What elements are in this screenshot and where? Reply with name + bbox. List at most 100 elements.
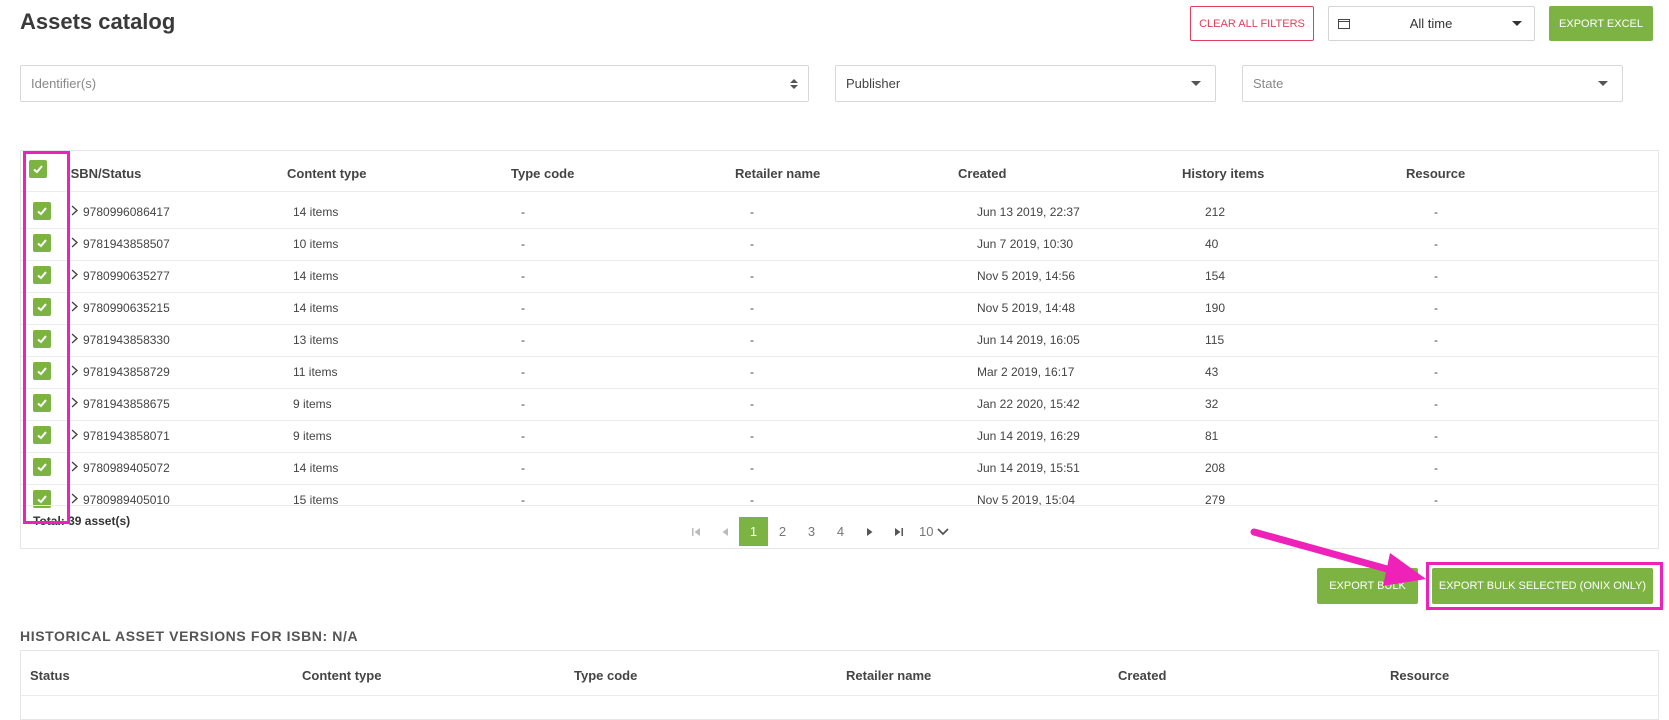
column-header-resource[interactable]: Resource: [1406, 166, 1465, 181]
expand-chevron-icon[interactable]: [70, 205, 79, 216]
cell-isbn: 9780990635277: [83, 269, 170, 283]
page-4[interactable]: 4: [826, 517, 855, 546]
history-column-retailer-name[interactable]: Retailer name: [846, 668, 931, 683]
cell-history-items: 43: [1205, 365, 1219, 379]
chevron-down-icon: [937, 527, 950, 535]
cell-resource: -: [1434, 461, 1438, 475]
row-divider: [20, 324, 1659, 325]
column-header-type-code[interactable]: Type code: [511, 166, 574, 181]
cell-type-code: -: [521, 461, 525, 475]
cell-content-type: 11 items: [293, 365, 338, 379]
history-table: [20, 650, 1659, 720]
clear-all-filters-button[interactable]: CLEAR ALL FILTERS: [1190, 6, 1314, 41]
row-divider: [20, 292, 1659, 293]
state-select[interactable]: State: [1242, 65, 1623, 102]
expand-chevron-icon[interactable]: [70, 269, 79, 280]
history-column-type-code[interactable]: Type code: [574, 668, 637, 683]
cell-history-items: 115: [1205, 333, 1225, 347]
expand-chevron-icon[interactable]: [70, 237, 79, 248]
cell-type-code: -: [521, 205, 525, 219]
first-page-icon[interactable]: [681, 517, 710, 546]
header-divider: [20, 191, 1659, 192]
history-header-divider: [20, 695, 1659, 696]
cell-retailer-name: -: [750, 301, 754, 315]
column-header-isbn[interactable]: ISBN/Status: [67, 166, 141, 181]
button-highlight-annotation: [1426, 562, 1663, 610]
cell-resource: -: [1434, 269, 1438, 283]
last-page-icon[interactable]: [884, 517, 913, 546]
footer-divider: [20, 505, 1659, 506]
cell-retailer-name: -: [750, 333, 754, 347]
cell-history-items: 81: [1205, 429, 1219, 443]
cell-resource: -: [1434, 237, 1438, 251]
spinner-icon[interactable]: [790, 78, 798, 89]
history-column-created[interactable]: Created: [1118, 668, 1166, 683]
column-header-history-items[interactable]: History items: [1182, 166, 1264, 181]
expand-chevron-icon[interactable]: [70, 301, 79, 312]
expand-chevron-icon[interactable]: [70, 461, 79, 472]
cell-content-type: 14 items: [293, 205, 339, 219]
cell-history-items: 154: [1205, 269, 1226, 283]
cell-type-code: -: [521, 365, 525, 379]
cell-created: Nov 5 2019, 14:48: [977, 301, 1076, 315]
cell-retailer-name: -: [750, 237, 754, 251]
column-header-retailer-name[interactable]: Retailer name: [735, 166, 820, 181]
page-size-select[interactable]: 10: [913, 517, 950, 546]
cell-retailer-name: -: [750, 461, 754, 475]
cell-retailer-name: -: [750, 429, 754, 443]
caret-down-icon: [1598, 81, 1608, 86]
row-divider: [20, 228, 1659, 229]
cell-created: Jan 22 2020, 15:42: [977, 397, 1080, 411]
page-title: Assets catalog: [20, 9, 176, 34]
state-placeholder: State: [1253, 76, 1284, 91]
column-header-created[interactable]: Created: [958, 166, 1006, 181]
cell-type-code: -: [521, 333, 525, 347]
cell-isbn: 9780990635215: [83, 301, 170, 315]
identifier-input[interactable]: Identifier(s): [20, 65, 809, 102]
cell-isbn: 9781943858330: [83, 333, 170, 347]
publisher-select[interactable]: Publisher: [835, 65, 1216, 102]
caret-down-icon: [1191, 81, 1201, 86]
cell-retailer-name: -: [750, 397, 754, 411]
cell-history-items: 190: [1205, 301, 1226, 315]
annotation-arrow-icon: [1250, 528, 1426, 586]
history-column-resource[interactable]: Resource: [1390, 668, 1449, 683]
history-section-title: HISTORICAL ASSET VERSIONS FOR ISBN: N/A: [20, 628, 359, 644]
cell-retailer-name: -: [750, 205, 754, 219]
expand-chevron-icon[interactable]: [70, 333, 79, 344]
cell-isbn: 9781943858729: [83, 365, 170, 379]
column-header-content-type[interactable]: Content type: [287, 166, 366, 181]
cell-isbn: 9781943858071: [83, 429, 170, 443]
history-column-content-type[interactable]: Content type: [302, 668, 381, 683]
expand-chevron-icon[interactable]: [70, 493, 79, 504]
export-excel-button[interactable]: EXPORT EXCEL: [1549, 6, 1653, 41]
cell-history-items: 208: [1205, 461, 1226, 475]
row-divider: [20, 420, 1659, 421]
expand-chevron-icon[interactable]: [70, 429, 79, 440]
expand-chevron-icon[interactable]: [70, 397, 79, 408]
cell-resource: -: [1434, 397, 1438, 411]
cell-type-code: -: [521, 269, 525, 283]
history-column-status[interactable]: Status: [30, 668, 70, 683]
date-range-value: All time: [1409, 16, 1453, 31]
cell-retailer-name: -: [750, 269, 754, 283]
expand-chevron-icon[interactable]: [70, 365, 79, 376]
cell-content-type: 14 items: [293, 301, 339, 315]
page-size-value: 10: [919, 524, 934, 539]
assets-table: [20, 150, 1659, 549]
row-divider: [20, 356, 1659, 357]
cell-content-type: 9 items: [293, 397, 332, 411]
page-1[interactable]: 1: [739, 517, 768, 546]
checkbox-highlight-annotation: [23, 151, 70, 524]
cell-history-items: 212: [1205, 205, 1226, 219]
cell-created: Jun 13 2019, 22:37: [977, 205, 1080, 219]
next-page-icon[interactable]: [855, 517, 884, 546]
page-2[interactable]: 2: [768, 517, 797, 546]
row-divider: [20, 484, 1659, 485]
cell-created: Jun 14 2019, 16:29: [977, 429, 1080, 443]
page-3[interactable]: 3: [797, 517, 826, 546]
date-range-select[interactable]: All time: [1328, 6, 1535, 41]
cell-type-code: -: [521, 237, 525, 251]
prev-page-icon[interactable]: [710, 517, 739, 546]
cell-retailer-name: -: [750, 365, 754, 379]
